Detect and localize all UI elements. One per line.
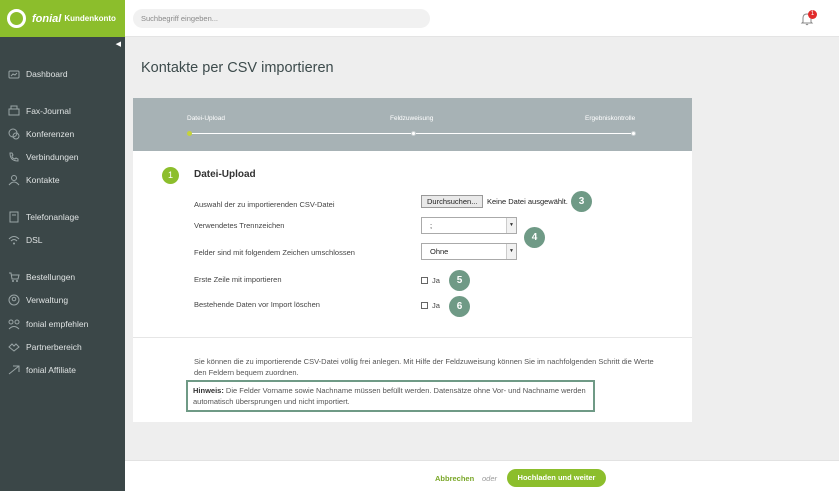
sidebar-item-dashboard[interactable]: Dashboard xyxy=(8,68,68,80)
page-title: Kontakte per CSV importieren xyxy=(141,60,334,76)
separator-label: Verwendetes Trennzeichen xyxy=(194,221,285,230)
progress-steps: Datei-Upload Feldzuweisung Ergebniskontr… xyxy=(133,98,692,151)
step-connector xyxy=(415,133,633,134)
step-dot xyxy=(631,131,636,136)
file-status: Keine Datei ausgewählt. xyxy=(487,197,568,206)
partner-icon xyxy=(8,341,20,353)
collapse-sidebar-icon[interactable]: ◀ xyxy=(116,40,121,48)
callout-badge-6: 6 xyxy=(449,296,470,317)
callout-badge-5: 5 xyxy=(449,270,470,291)
sidebar-item-label: Konferenzen xyxy=(26,129,75,139)
sidebar-item-kontakte[interactable]: Kontakte xyxy=(8,174,60,186)
section-number: 1 xyxy=(162,167,179,184)
hint-box: Hinweis: Die Felder Vorname sowie Nachna… xyxy=(186,380,595,412)
sidebar-item-fonial-empfehlen[interactable]: fonial empfehlen xyxy=(8,318,88,330)
sidebar-item-label: fonial Affiliate xyxy=(26,365,76,375)
callout-badge-3: 3 xyxy=(571,191,592,212)
pbx-icon xyxy=(8,211,20,223)
sidebar-item-label: Bestellungen xyxy=(26,272,76,282)
recommend-icon xyxy=(8,318,20,330)
step-label-ergebniskontrolle: Ergebniskontrolle xyxy=(585,115,636,122)
browse-button[interactable]: Durchsuchen... xyxy=(421,195,484,208)
sidebar-item-konferenzen[interactable]: Konferenzen xyxy=(8,128,74,140)
sidebar-item-label: DSL xyxy=(26,235,43,245)
separator-value: ; xyxy=(430,221,433,230)
phone-icon xyxy=(8,151,20,163)
step-connector xyxy=(188,133,414,134)
divider xyxy=(133,337,692,338)
first-row-checkbox[interactable] xyxy=(421,277,428,284)
sidebar-item-verbindungen[interactable]: Verbindungen xyxy=(8,151,78,163)
sidebar-item-label: Fax-Journal xyxy=(26,106,71,116)
section-title: Datei-Upload xyxy=(194,169,256,180)
delete-label: Bestehende Daten vor Import löschen xyxy=(194,300,320,309)
step-dot-active xyxy=(187,131,192,136)
cancel-link[interactable]: Abbrechen xyxy=(435,474,474,483)
sidebar-item-label: Dashboard xyxy=(26,69,68,79)
file-label: Auswahl der zu importierenden CSV-Datei xyxy=(194,200,335,209)
chevron-down-icon: ▼ xyxy=(506,244,516,259)
or-text: oder xyxy=(482,474,498,483)
brand-header[interactable]: fonial Kundenkonto xyxy=(0,0,125,37)
info-text: Sie können die zu importierende CSV-Date… xyxy=(194,357,654,377)
top-bar: 1 xyxy=(125,0,839,37)
search-input[interactable] xyxy=(133,9,430,28)
callout-badge-4: 4 xyxy=(524,227,545,248)
hint-label: Hinweis: xyxy=(193,386,224,395)
step-label-upload: Datei-Upload xyxy=(187,115,225,122)
sidebar-item-verwaltung[interactable]: Verwaltung xyxy=(8,294,68,306)
sidebar-item-label: Verwaltung xyxy=(26,295,69,305)
upload-continue-button[interactable]: Hochladen und weiter xyxy=(507,469,606,487)
brand-name: fonial xyxy=(32,12,62,25)
enclosure-value: Ohne xyxy=(430,247,449,256)
sidebar-item-telefonanlage[interactable]: Telefonanlage xyxy=(8,211,79,223)
wifi-icon xyxy=(8,234,20,246)
conference-icon xyxy=(8,128,20,140)
fax-icon xyxy=(8,105,20,117)
delete-checkbox[interactable] xyxy=(421,302,428,309)
first-row-label: Erste Zeile mit importieren xyxy=(194,275,282,284)
sidebar-item-fax-journal[interactable]: Fax-Journal xyxy=(8,105,71,117)
sidebar-item-label: Telefonanlage xyxy=(26,212,79,222)
sidebar-item-bestellungen[interactable]: Bestellungen xyxy=(8,271,75,283)
sidebar-item-label: Partnerbereich xyxy=(26,342,82,352)
sidebar-item-label: Verbindungen xyxy=(26,152,79,162)
sidebar-item-dsl[interactable]: DSL xyxy=(8,234,43,246)
first-row-check-label: Ja xyxy=(432,276,440,285)
import-card: Datei-Upload Feldzuweisung Ergebniskontr… xyxy=(133,98,692,422)
delete-check-label: Ja xyxy=(432,301,440,310)
sidebar-item-label: fonial empfehlen xyxy=(26,319,89,329)
chevron-down-icon: ▼ xyxy=(506,218,516,233)
affiliate-icon xyxy=(8,364,20,376)
brand-subtitle: Kundenkonto xyxy=(64,14,116,23)
enclosure-label: Felder sind mit folgendem Zeichen umschl… xyxy=(194,248,355,257)
contacts-icon xyxy=(8,174,20,186)
sidebar: fonial Kundenkonto ◀ Dashboard Fax-Journ… xyxy=(0,0,125,491)
sidebar-item-fonial-affiliate[interactable]: fonial Affiliate xyxy=(8,364,76,376)
separator-select[interactable]: ; ▼ xyxy=(421,217,517,234)
sidebar-item-partnerbereich[interactable]: Partnerbereich xyxy=(8,341,82,353)
step-label-feldzuweisung: Feldzuweisung xyxy=(390,115,434,122)
dashboard-icon xyxy=(8,68,20,80)
enclosure-select[interactable]: Ohne ▼ xyxy=(421,243,517,260)
notification-badge: 1 xyxy=(808,10,817,19)
sidebar-item-label: Kontakte xyxy=(26,175,60,185)
cart-icon xyxy=(8,271,20,283)
fonial-logo-icon xyxy=(7,9,26,28)
footer-bar: Abbrechen oder Hochladen und weiter xyxy=(125,460,839,491)
hint-text: Die Felder Vorname sowie Nachname müssen… xyxy=(193,386,586,406)
step-dot xyxy=(411,131,416,136)
admin-icon xyxy=(8,294,20,306)
